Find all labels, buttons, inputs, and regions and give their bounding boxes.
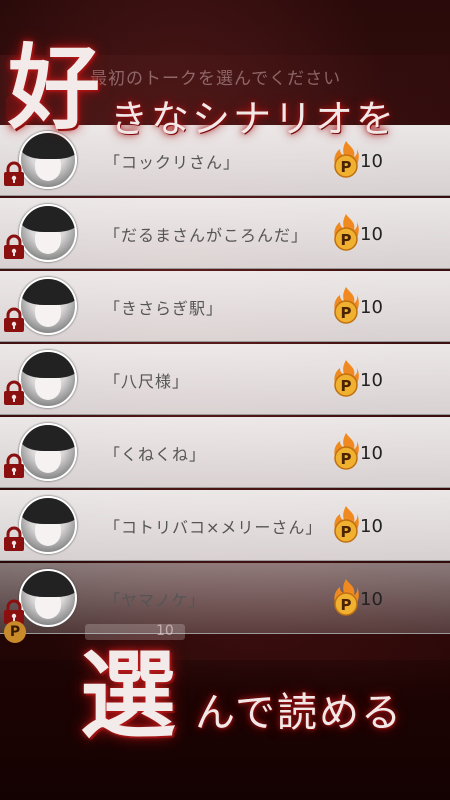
scenario-title: 「コトリバコ×メリーさん」 (104, 518, 323, 537)
character-avatar (19, 569, 77, 627)
scenario-title: 「きさらぎ駅」 (104, 299, 224, 318)
cost-value: 10 (360, 224, 383, 245)
scenario-title: 「ヤマノケ」 (104, 591, 206, 610)
cost-value: 10 (360, 589, 383, 610)
lock-icon (1, 234, 27, 260)
avatar-hair (21, 571, 75, 597)
character-avatar (19, 496, 77, 554)
scenario-row[interactable]: 「八尺様」 P 10 (0, 344, 450, 415)
lock-icon (1, 526, 27, 552)
scenario-title: 「だるまさんがころんだ」 (104, 226, 309, 245)
footer-big-char: 選 (80, 639, 176, 752)
character-avatar (19, 350, 77, 408)
svg-text:P: P (341, 158, 352, 176)
scenario-title: 「コックリさん」 (104, 153, 241, 172)
scenario-title: 「八尺様」 (104, 372, 190, 391)
avatar-hair (21, 206, 75, 232)
footer-text: んで読める (195, 690, 403, 736)
scenario-list: 「コックリさん」 P 10 「だるまさんがころんだ」 P 10 「きさらぎ駅」 P 10 「八尺様… (0, 125, 450, 636)
cost-value: 10 (360, 370, 383, 391)
svg-text:P: P (341, 304, 352, 322)
svg-text:P: P (341, 596, 352, 614)
lock-icon (1, 161, 27, 187)
character-avatar (19, 423, 77, 481)
lock-icon (1, 307, 27, 333)
cost-value: 10 (360, 297, 383, 318)
ghost-points-value: 10 (156, 623, 174, 639)
scenario-title: 「くねくね」 (104, 445, 207, 464)
scenario-row[interactable]: 「だるまさんがころんだ」 P 10 (0, 198, 450, 269)
ghost-title: 最初のトークを選んでください (90, 69, 342, 89)
character-avatar (19, 204, 77, 262)
ghost-p-coin-icon: P (4, 621, 26, 643)
character-avatar (19, 277, 77, 335)
scenario-row[interactable]: 「くねくね」 P 10 (0, 417, 450, 488)
avatar-hair (21, 498, 75, 524)
avatar-hair (21, 352, 75, 378)
svg-text:P: P (341, 377, 352, 395)
headline-text: きなシナリオを (110, 97, 398, 141)
lock-icon (1, 380, 27, 406)
scenario-row[interactable]: 「コトリバコ×メリーさん」 P 10 (0, 490, 450, 561)
cost-value: 10 (360, 516, 383, 537)
svg-text:P: P (341, 231, 352, 249)
cost-value: 10 (360, 151, 383, 172)
svg-text:P: P (341, 523, 352, 541)
cost-value: 10 (360, 443, 383, 464)
avatar-hair (21, 425, 75, 451)
avatar-hair (21, 279, 75, 305)
headline-big-char: 好 (8, 34, 101, 142)
svg-text:P: P (341, 450, 352, 468)
scenario-row[interactable]: 「きさらぎ駅」 P 10 (0, 271, 450, 342)
scenario-row[interactable]: 「ヤマノケ」 P 10 (0, 563, 450, 634)
lock-icon (1, 453, 27, 479)
